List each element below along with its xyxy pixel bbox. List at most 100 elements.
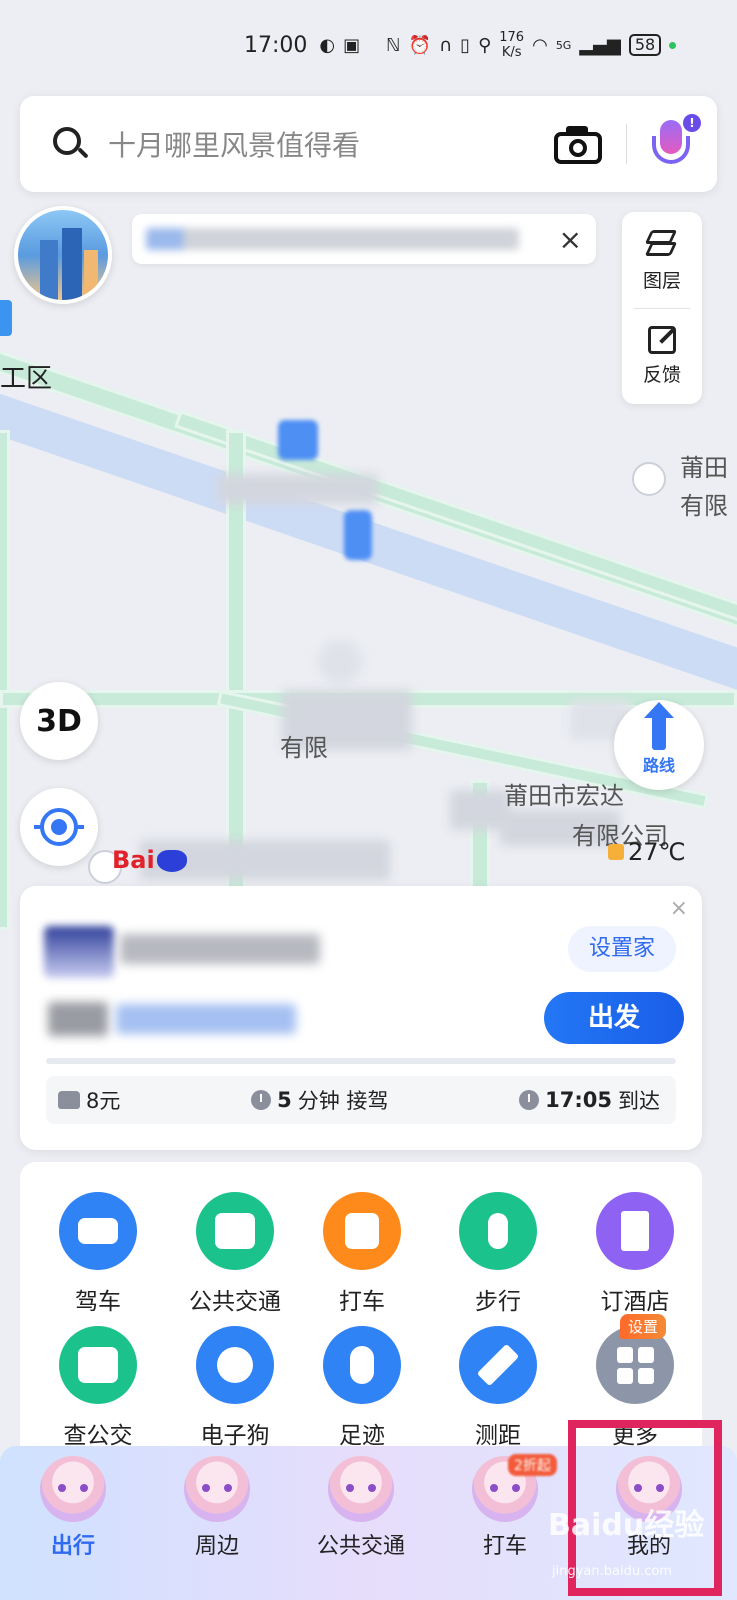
3d-toggle-button[interactable]: 3D xyxy=(20,682,98,760)
alarm-icon: ⏰ xyxy=(408,34,431,56)
bus-icon xyxy=(196,1192,274,1270)
locate-button[interactable] xyxy=(20,788,98,866)
pickup-minutes: 5 xyxy=(277,1088,292,1112)
route-arrow-icon xyxy=(644,702,674,750)
camera-dog-icon xyxy=(196,1326,274,1404)
service-walk[interactable]: 步行 xyxy=(438,1192,558,1316)
map-label: 有限 xyxy=(680,492,728,520)
service-grid: 驾车 公共交通 打车 步行 订酒店 查公交 电子狗 足迹 测距 更多 xyxy=(20,1162,702,1452)
blurred-destination xyxy=(116,1004,296,1034)
feedback-button[interactable]: 反馈 xyxy=(622,322,702,387)
network-speed: 176 K/s xyxy=(499,30,525,60)
tab-nearby[interactable]: 周边 xyxy=(152,1456,282,1560)
location-icon: ⚲ xyxy=(478,34,492,56)
battery-indicator: 58 xyxy=(628,34,662,56)
layers-label: 图层 xyxy=(642,270,681,292)
service-drive[interactable]: 驾车 xyxy=(38,1192,158,1316)
weather-indicator[interactable]: 27℃ xyxy=(608,838,686,866)
close-icon[interactable]: × xyxy=(670,896,688,921)
baidu-logo: Bai xyxy=(112,846,187,874)
taxi-icon xyxy=(58,1091,80,1109)
feedback-label: 反馈 xyxy=(642,364,681,386)
search-bar[interactable]: 十月哪里风景值得看 ! xyxy=(20,96,717,192)
map-tool-panel: 图层 反馈 xyxy=(622,212,702,404)
taxi-icon xyxy=(323,1192,401,1270)
blurred-text xyxy=(120,934,320,964)
service-bus-query[interactable]: 查公交 xyxy=(38,1326,158,1450)
close-icon[interactable]: × xyxy=(559,223,582,256)
mic-badge: ! xyxy=(683,114,701,132)
camera-icon[interactable] xyxy=(552,124,604,164)
tab-travel[interactable]: 出行 xyxy=(8,1456,138,1560)
go-button[interactable]: 出发 xyxy=(544,992,684,1044)
poi-pin[interactable] xyxy=(278,420,318,460)
map-label: 工区 xyxy=(0,364,53,394)
feedback-icon xyxy=(644,322,680,356)
poi-pin[interactable] xyxy=(344,510,372,560)
privacy-dot-icon xyxy=(669,41,677,49)
bus-stop-icon xyxy=(59,1326,137,1404)
headphones-icon: ∩ xyxy=(438,34,453,56)
road xyxy=(0,430,10,930)
poi-icon[interactable] xyxy=(632,462,666,496)
trip-suggestion-card: × 设置家 出发 8元 5 分钟 接驾 17:05 到达 xyxy=(20,886,702,1150)
poi-marker xyxy=(0,300,12,336)
nfc-icon: ℕ xyxy=(386,34,401,56)
route-button[interactable]: 路线 xyxy=(614,700,704,790)
price: 8元 xyxy=(86,1089,121,1113)
footprint-icon xyxy=(323,1326,401,1404)
app-notification-icon: ▣ xyxy=(343,34,361,56)
search-icon xyxy=(50,124,90,164)
baidu-paw-icon xyxy=(156,850,187,872)
temperature: 27℃ xyxy=(628,838,686,866)
map-label: 有限 xyxy=(280,734,328,762)
watermark-url: jingyan.baidu.com xyxy=(552,1564,672,1579)
blurred-text xyxy=(48,1002,108,1036)
blurred-label xyxy=(218,474,378,504)
arrival-info: 17:05 到达 xyxy=(519,1085,660,1115)
blurred-poi xyxy=(318,640,362,684)
car-icon xyxy=(59,1192,137,1270)
app-notification-icon: ◐ xyxy=(319,34,336,56)
notice-banner[interactable]: × xyxy=(132,214,596,264)
service-footprint[interactable]: 足迹 xyxy=(302,1326,422,1450)
service-transit[interactable]: 公共交通 xyxy=(175,1192,295,1316)
walk-icon xyxy=(459,1192,537,1270)
map-label: 莆田市宏达 xyxy=(504,782,624,810)
service-measure[interactable]: 测距 xyxy=(438,1326,558,1450)
locate-icon xyxy=(34,808,84,846)
status-icons: ◐ ▣ ℕ ⏰ ∩ ▯ ⚲ 176 K/s ◠ 5G ▂▄▆ 58 xyxy=(319,30,677,60)
tab-avatar-icon xyxy=(184,1456,250,1522)
settings-tag[interactable]: 设置 xyxy=(620,1314,667,1339)
status-bar: 17:00 ◐ ▣ ℕ ⏰ ∩ ▯ ⚲ 176 K/s ◠ 5G ▂▄▆ 58 xyxy=(0,0,737,90)
service-taxi[interactable]: 打车 xyxy=(302,1192,422,1316)
destination-thumbnail xyxy=(44,926,114,978)
pickup-text: 分钟 接驾 xyxy=(297,1089,389,1113)
set-home-button[interactable]: 设置家 xyxy=(568,926,676,972)
signal-icon: ▂▄▆ xyxy=(579,34,621,56)
ride-info-bar[interactable]: 8元 5 分钟 接驾 17:05 到达 xyxy=(46,1076,676,1124)
tab-transit[interactable]: 公共交通 xyxy=(296,1456,426,1560)
tab-avatar-icon xyxy=(328,1456,394,1522)
service-hotel[interactable]: 订酒店 xyxy=(575,1192,695,1316)
status-time: 17:00 xyxy=(244,32,308,58)
hotel-icon xyxy=(596,1192,674,1270)
divider xyxy=(634,308,690,309)
search-placeholder[interactable]: 十月哪里风景值得看 xyxy=(108,124,552,164)
taxi-discount-badge: 2折起 xyxy=(508,1454,557,1476)
price-info: 8元 xyxy=(58,1085,120,1115)
route-label: 路线 xyxy=(642,756,675,775)
user-avatar[interactable] xyxy=(14,206,112,304)
wifi-icon: ◠ xyxy=(532,34,548,56)
ruler-icon xyxy=(459,1326,537,1404)
network-type: 5G xyxy=(555,38,572,52)
arrival-text: 到达 xyxy=(617,1089,660,1113)
map-label: 莆田 xyxy=(680,454,728,482)
voice-mic-icon[interactable]: ! xyxy=(649,114,701,172)
layers-icon xyxy=(644,228,680,262)
clock-icon xyxy=(251,1090,272,1110)
layers-button[interactable]: 图层 xyxy=(622,228,702,293)
weather-icon xyxy=(608,844,624,860)
progress-divider xyxy=(46,1058,676,1064)
service-speed-camera[interactable]: 电子狗 xyxy=(175,1326,295,1450)
